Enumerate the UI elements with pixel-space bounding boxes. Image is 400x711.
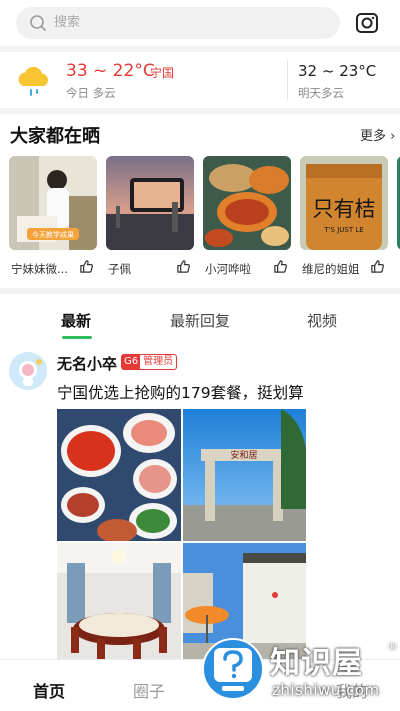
photo-carousel[interactable]: 今天教学成果 宁妹妹微... 子佩 小河哗啦 只有桔 T'S JUST LE 维… [0,156,400,280]
watermark: 知识屋 ® zhishiwu.com [200,636,400,711]
level-badge: G6 [122,355,141,369]
divider [287,60,288,100]
registered-mark: ® [387,640,398,653]
search-bar: 搜索 [0,0,400,46]
card-overlay-text: 今天教学成果 [32,230,74,239]
today-condition: 今日 多云 [66,86,116,100]
feed-tabs: 最新 最新回复 视频 [0,296,400,342]
card-author: 维尼的姐姐 [302,262,360,276]
post-photo[interactable] [57,543,181,663]
tab-latest[interactable]: 最新 [61,310,91,331]
avatar[interactable] [9,352,47,390]
like-thumb-icon[interactable] [79,259,94,274]
cloudy-weather-icon [18,66,49,96]
admin-badge: G6 管理员 [121,354,178,370]
question-mark-logo-icon [202,638,264,700]
search-icon [30,15,46,31]
city-name: 宁国 [150,66,175,80]
gate-sign-text: 安和居 [230,449,257,461]
card-image[interactable] [203,156,291,250]
post-photo[interactable] [57,409,181,541]
post-text[interactable]: 宁国优选上抢购的179套餐，挺划算 [57,381,304,403]
like-thumb-icon[interactable] [176,259,191,274]
like-thumb-icon[interactable] [370,259,385,274]
watermark-brand: 知识屋 [270,646,363,681]
section-title: 大家都在晒 [10,126,100,147]
nav-circle[interactable]: 圈子 [133,678,165,702]
tab-video[interactable]: 视频 [307,310,337,331]
divider [0,108,400,114]
card-overlay-text: 只有桔 [313,197,376,221]
card-overlay-text: T'S JUST LE [323,226,363,234]
post-photo[interactable]: 安和居 [183,409,306,541]
card-author: 宁妹妹微... [11,262,68,276]
active-tab-indicator [62,336,92,339]
search-input[interactable]: 搜索 [16,7,340,39]
camera-icon[interactable] [354,10,380,36]
like-thumb-icon[interactable] [273,259,288,274]
card-author: 小河哗啦 [205,262,251,276]
more-link[interactable]: 更多 › [360,125,395,144]
today-temperature: 33 ~ 22°C [66,61,155,81]
post-author[interactable]: 无名小卒 [57,353,117,374]
card-image[interactable] [106,156,194,250]
divider [0,288,400,294]
card-author: 子佩 [108,262,131,276]
watermark-url: zhishiwu.com [272,681,380,699]
weather-widget[interactable]: 33 ~ 22°C 宁国 今日 多云 32 ~ 23°C 明天多云 [0,52,400,108]
card-image[interactable]: 今天教学成果 [9,156,97,250]
tab-latest-reply[interactable]: 最新回复 [170,310,230,331]
tomorrow-temperature: 32 ~ 23°C [298,62,377,80]
tomorrow-condition: 明天多云 [298,86,344,100]
search-placeholder: 搜索 [54,15,81,30]
app-screen: 搜索 33 ~ 22°C 宁国 今日 多云 32 ~ 23°C 明天多云 大家都… [0,0,400,711]
card-image[interactable]: 只有桔 T'S JUST LE [300,156,388,250]
nav-home[interactable]: 首页 [33,678,65,702]
